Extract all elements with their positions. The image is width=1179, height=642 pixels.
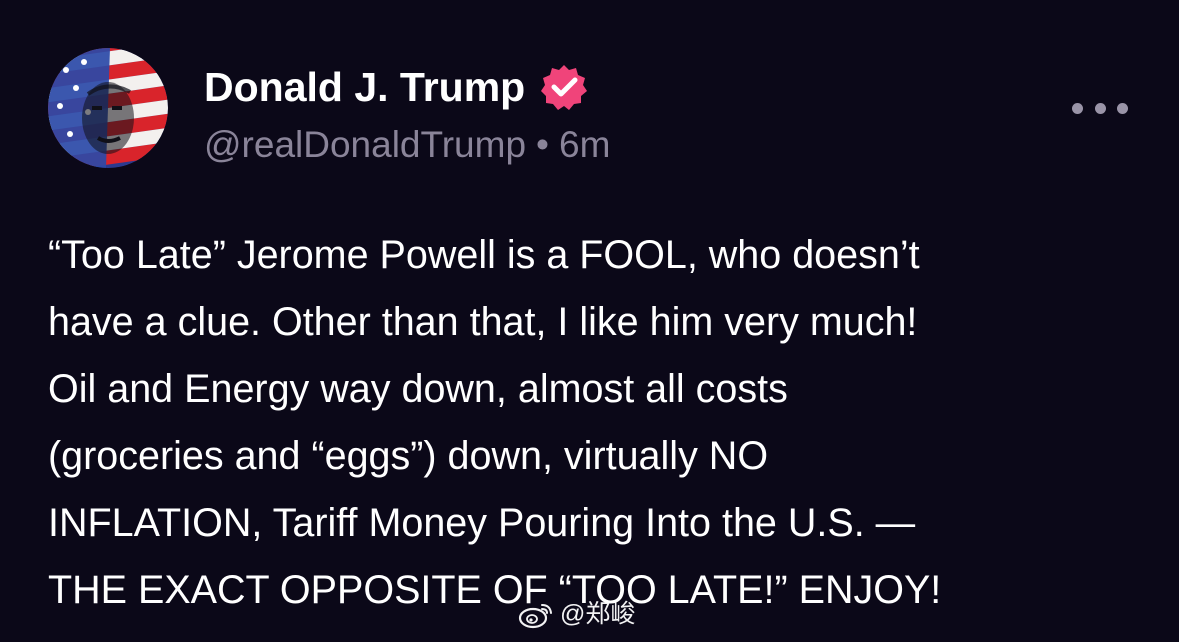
watermark-text: @郑峻 xyxy=(560,600,636,628)
post-text: “Too Late” Jerome Powell is a FOOL, who … xyxy=(48,222,1158,624)
post-text-line: have a clue. Other than that, I like him… xyxy=(48,300,918,344)
author-handle[interactable]: @realDonaldTrump xyxy=(204,124,526,165)
weibo-watermark: @郑峻 xyxy=(518,596,635,632)
post-text-line: “Too Late” Jerome Powell is a FOOL, who … xyxy=(48,233,920,277)
author-avatar[interactable] xyxy=(48,48,168,168)
post-text-line: (groceries and “eggs”) down, virtually N… xyxy=(48,434,769,478)
meta-separator: • xyxy=(536,124,550,165)
post-meta: @realDonaldTrump • 6m xyxy=(204,122,610,168)
weibo-logo-icon xyxy=(518,604,552,629)
author-name-row: Donald J. Trump xyxy=(204,62,589,112)
more-dot xyxy=(1072,102,1083,114)
more-dot xyxy=(1117,102,1128,114)
author-name[interactable]: Donald J. Trump xyxy=(204,62,525,112)
post-card: Donald J. Trump @realDonaldTrump • 6m “Too… xyxy=(0,0,1179,642)
post-text-line: Oil and Energy way down, almost all cost… xyxy=(48,367,788,411)
more-options-icon[interactable] xyxy=(1072,88,1128,128)
post-text-line: INFLATION, Tariff Money Pouring Into the… xyxy=(48,501,916,545)
post-time[interactable]: 6m xyxy=(559,124,610,165)
verified-badge-icon xyxy=(539,62,589,112)
more-dot xyxy=(1094,102,1106,114)
